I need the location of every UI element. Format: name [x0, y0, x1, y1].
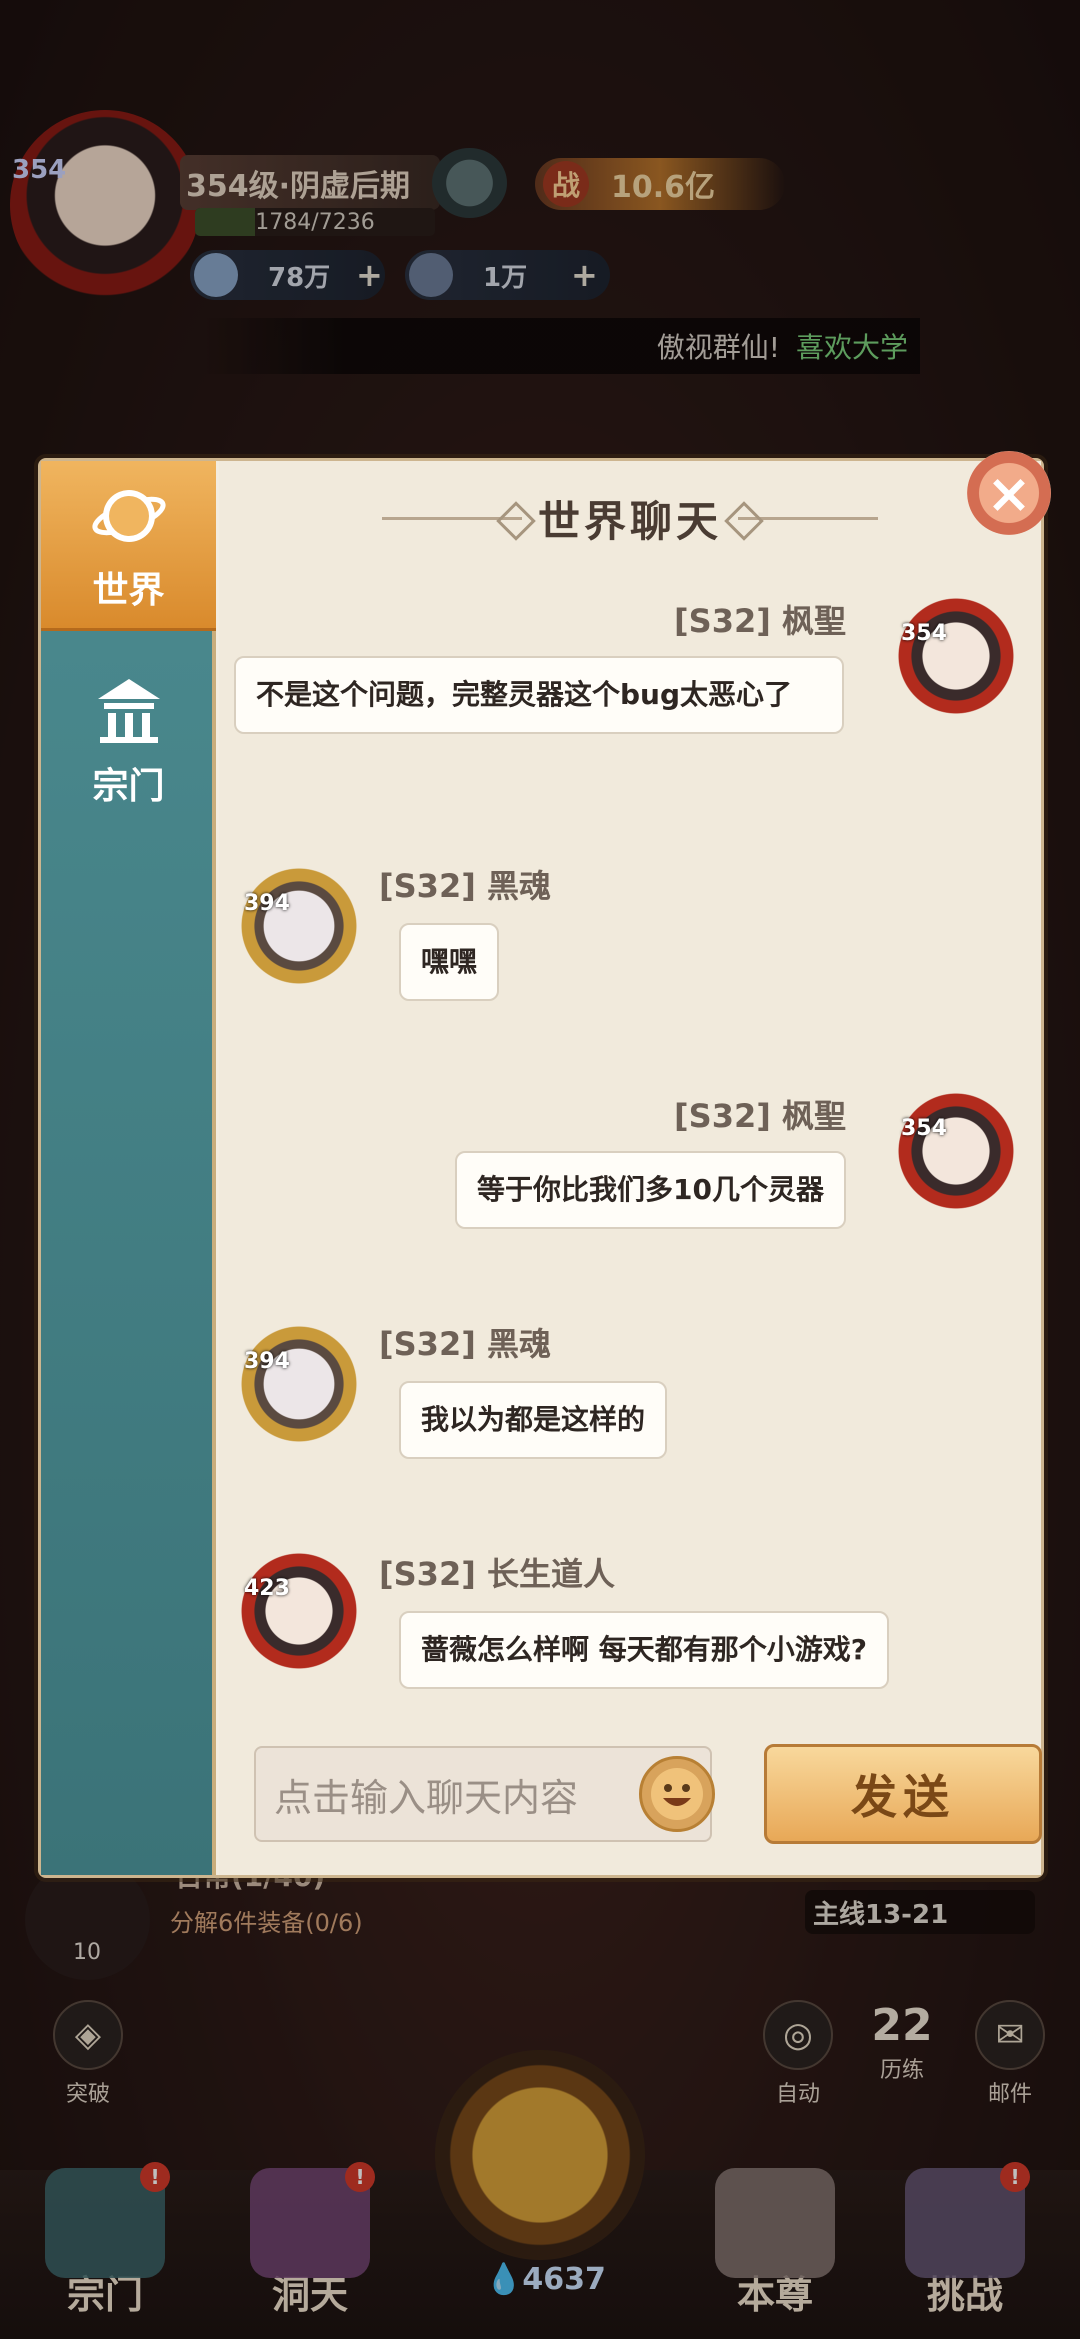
message-bubble[interactable]: 嘿嘿 — [399, 923, 500, 1001]
sender-avatar[interactable]: 423 — [234, 1546, 364, 1676]
close-button[interactable]: × — [967, 451, 1051, 535]
tab-sect[interactable]: 宗门 — [41, 656, 216, 826]
sender-name[interactable]: [S32] 枫聖 — [674, 596, 846, 642]
sender-avatar[interactable]: 354 — [891, 591, 1021, 721]
sender-name[interactable]: [S32] 长生道人 — [379, 1549, 615, 1595]
title-ornament-right — [738, 517, 878, 520]
chat-channel-rail: 世界 宗门 — [41, 461, 216, 1875]
message-bubble[interactable]: 我以为都是这样的 — [399, 1381, 668, 1459]
sender-level: 394 — [244, 1349, 290, 1374]
message-bubble[interactable]: 等于你比我们多10几个灵器 — [455, 1151, 846, 1229]
sender-level: 354 — [901, 621, 947, 646]
tab-sect-label: 宗门 — [92, 766, 165, 807]
message-bubble[interactable]: 蔷薇怎么样啊 每天都有那个小游戏? — [399, 1611, 889, 1689]
sender-avatar[interactable]: 354 — [891, 1086, 1021, 1216]
send-button[interactable]: 发送 — [764, 1744, 1042, 1844]
globe-icon — [90, 477, 168, 555]
title-ornament-left — [381, 517, 522, 520]
sender-avatar[interactable]: 394 — [234, 861, 364, 991]
sender-avatar[interactable]: 394 — [234, 1319, 364, 1449]
sender-name[interactable]: [S32] 黑魂 — [379, 861, 551, 907]
sender-level: 354 — [901, 1116, 947, 1141]
world-chat-dialog: 世界 宗门 世界聊天 × [S32] 枫聖 354 不是这个问题，完整灵器这个b… — [38, 451, 1051, 1878]
sender-name[interactable]: [S32] 枫聖 — [674, 1091, 846, 1137]
sender-level: 394 — [244, 891, 290, 916]
close-icon: × — [986, 461, 1032, 525]
sender-name[interactable]: [S32] 黑魂 — [379, 1319, 551, 1365]
sender-level: 423 — [244, 1576, 290, 1601]
chat-title-bar: 世界聊天 — [219, 461, 1041, 576]
tab-world-label: 世界 — [92, 569, 165, 611]
chat-input-placeholder: 点击输入聊天内容 — [274, 1775, 579, 1820]
chat-panel: 世界聊天 × [S32] 枫聖 354 不是这个问题，完整灵器这个bug太恶心了… — [219, 451, 1051, 1875]
tab-world[interactable]: 世界 — [41, 461, 216, 631]
smiley-icon — [651, 1768, 703, 1820]
page-title: 世界聊天 — [537, 497, 722, 546]
emoji-button[interactable] — [639, 1756, 715, 1832]
pavilion-icon — [90, 673, 168, 751]
message-bubble[interactable]: 不是这个问题，完整灵器这个bug太恶心了 — [234, 656, 844, 734]
